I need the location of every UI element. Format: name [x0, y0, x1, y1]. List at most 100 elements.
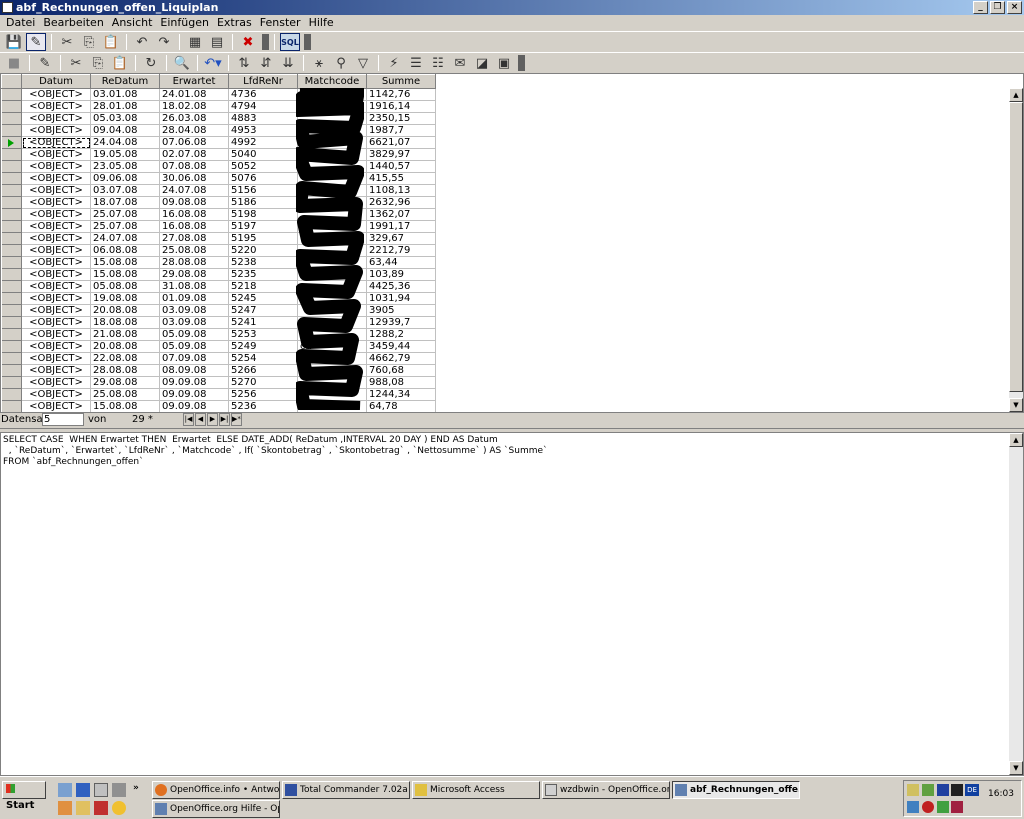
cell-lfdrenr[interactable]: 5052 — [228, 160, 298, 173]
row-handle[interactable] — [1, 328, 22, 341]
autofilter-icon[interactable]: ⚹ — [309, 54, 329, 72]
task-wzdbwin[interactable]: wzdbwin - OpenOffice.or... — [542, 781, 670, 799]
cell-datum[interactable]: <OBJECT> — [21, 400, 91, 412]
cell-lfdrenr[interactable]: 5076 — [228, 172, 298, 185]
row-handle[interactable] — [1, 232, 22, 245]
cell-erwartet[interactable]: 09.09.08 — [159, 388, 229, 401]
data-grid[interactable]: Datum ReDatum Erwartet LfdReNr Matchcode… — [0, 73, 1024, 413]
cell-redatum[interactable]: 28.08.08 — [90, 364, 160, 377]
row-handle[interactable] — [1, 112, 22, 125]
cell-summe[interactable]: 3829,97 — [366, 148, 436, 161]
cell-lfdrenr[interactable]: 5156 — [228, 184, 298, 197]
column-header-datum[interactable]: Datum — [21, 74, 91, 89]
toolbar-grip[interactable] — [262, 34, 269, 50]
cell-lfdrenr[interactable]: 5249 — [228, 340, 298, 353]
table-row[interactable]: <OBJECT> 05.08.08 31.08.08 5218 4425,36 — [1, 280, 436, 293]
table-row[interactable]: <OBJECT> 25.07.08 16.08.08 5198 1362,07 — [1, 208, 436, 221]
menu-bearbeiten[interactable]: Bearbeiten — [39, 15, 107, 31]
table-row[interactable]: <OBJECT> 09.04.08 28.04.08 4953 1987,7 — [1, 124, 436, 137]
cell-lfdrenr[interactable]: 4736 — [228, 88, 298, 101]
sort-icon[interactable]: ⇊ — [278, 54, 298, 72]
task-microsoft-access[interactable]: Microsoft Access — [412, 781, 540, 799]
cell-datum[interactable]: <OBJECT> — [21, 232, 91, 245]
column-header-matchcode[interactable]: Matchcode — [297, 74, 367, 89]
last-record-icon[interactable]: ▶| — [219, 413, 230, 426]
undo-icon[interactable]: ↶ — [132, 33, 152, 51]
cell-datum[interactable]: <OBJECT> — [21, 88, 91, 101]
task-total-commander[interactable]: Total Commander 7.02a -... — [282, 781, 410, 799]
quicklaunch-mail-icon[interactable] — [76, 801, 90, 815]
volume-icon[interactable] — [907, 784, 919, 796]
table-row[interactable]: <OBJECT> 24.07.08 27.08.08 5195 329,67 — [1, 232, 436, 245]
cell-redatum[interactable]: 05.03.08 — [90, 112, 160, 125]
cell-lfdrenr[interactable]: 5195 — [228, 232, 298, 245]
explorer-icon[interactable]: ▣ — [494, 54, 514, 72]
paste-icon[interactable]: 📋 — [101, 33, 121, 51]
cell-redatum[interactable]: 05.08.08 — [90, 280, 160, 293]
new-record-icon[interactable]: ▶* — [231, 413, 242, 426]
cell-datum[interactable]: <OBJECT> — [21, 184, 91, 197]
menu-extras[interactable]: Extras — [213, 15, 256, 31]
data-to-fields-icon[interactable]: ☷ — [428, 54, 448, 72]
cell-summe[interactable]: 329,67 — [366, 232, 436, 245]
column-header-erwartet[interactable]: Erwartet — [159, 74, 229, 89]
cell-datum[interactable]: <OBJECT> — [21, 220, 91, 233]
menu-hilfe[interactable]: Hilfe — [305, 15, 338, 31]
cell-summe[interactable]: 3459,44 — [366, 340, 436, 353]
cell-erwartet[interactable]: 25.08.08 — [159, 244, 229, 257]
table-row[interactable]: <OBJECT> 15.08.08 09.09.08 5236 64,78 — [1, 400, 436, 412]
cell-lfdrenr[interactable]: 5238 — [228, 256, 298, 269]
row-handle[interactable] — [1, 100, 22, 113]
row-handle[interactable] — [1, 172, 22, 185]
cell-erwartet[interactable]: 31.08.08 — [159, 280, 229, 293]
cell-datum[interactable]: <OBJECT> — [21, 100, 91, 113]
cell-summe[interactable]: 1916,14 — [366, 100, 436, 113]
menu-ansicht[interactable]: Ansicht — [108, 15, 157, 31]
cell-redatum[interactable]: 25.08.08 — [90, 388, 160, 401]
cell-summe[interactable]: 1288,2 — [366, 328, 436, 341]
toolbar-grip[interactable] — [304, 34, 311, 50]
row-handle[interactable] — [1, 220, 22, 233]
scroll-down-icon[interactable]: ▼ — [1009, 761, 1023, 775]
cell-summe[interactable]: 2350,15 — [366, 112, 436, 125]
cell-datum[interactable]: <OBJECT> — [21, 364, 91, 377]
network-icon[interactable] — [922, 784, 934, 796]
cell-erwartet[interactable]: 18.02.08 — [159, 100, 229, 113]
row-handle[interactable] — [1, 268, 22, 281]
cell-redatum[interactable]: 24.07.08 — [90, 232, 160, 245]
save-record-icon[interactable]: ■ — [4, 54, 24, 72]
sort-desc-icon[interactable]: ⇵ — [256, 54, 276, 72]
cell-erwartet[interactable]: 07.08.08 — [159, 160, 229, 173]
row-handle[interactable] — [1, 280, 22, 293]
cell-summe[interactable]: 12939,7 — [366, 316, 436, 329]
cell-redatum[interactable]: 20.08.08 — [90, 340, 160, 353]
save-icon[interactable]: 💾 — [4, 33, 24, 51]
cell-summe[interactable]: 2212,79 — [366, 244, 436, 257]
cell-datum[interactable]: <OBJECT> — [21, 268, 91, 281]
cell-datum[interactable]: <OBJECT> — [21, 292, 91, 305]
cell-lfdrenr[interactable]: 5247 — [228, 304, 298, 317]
cell-erwartet[interactable]: 03.09.08 — [159, 316, 229, 329]
refresh-icon[interactable]: ↻ — [141, 54, 161, 72]
row-handle[interactable] — [1, 316, 22, 329]
restore-button[interactable]: ❐ — [990, 1, 1005, 14]
apply-filter-icon[interactable]: ⚡ — [384, 54, 404, 72]
cell-erwartet[interactable]: 09.09.08 — [159, 376, 229, 389]
cell-lfdrenr[interactable]: 5040 — [228, 148, 298, 161]
cell-redatum[interactable]: 06.08.08 — [90, 244, 160, 257]
close-button[interactable]: × — [1007, 1, 1022, 14]
row-handle[interactable] — [1, 208, 22, 221]
cell-erwartet[interactable]: 28.08.08 — [159, 256, 229, 269]
edit-icon[interactable]: ✎ — [26, 33, 46, 51]
cell-erwartet[interactable]: 03.09.08 — [159, 304, 229, 317]
row-handle[interactable] — [1, 340, 22, 353]
sql-icon[interactable]: SQL — [280, 33, 300, 51]
cell-redatum[interactable]: 03.01.08 — [90, 88, 160, 101]
cell-summe[interactable]: 4425,36 — [366, 280, 436, 293]
table-row[interactable]: <OBJECT> 06.08.08 25.08.08 5220 2212,79 — [1, 244, 436, 257]
cell-lfdrenr[interactable]: 5220 — [228, 244, 298, 257]
sort-asc-icon[interactable]: ⇅ — [234, 54, 254, 72]
sql-text[interactable]: SELECT CASE WHEN Erwartet THEN Erwartet … — [3, 435, 1003, 468]
row-handle[interactable] — [1, 388, 22, 401]
delete-icon[interactable]: ✖ — [238, 33, 258, 51]
